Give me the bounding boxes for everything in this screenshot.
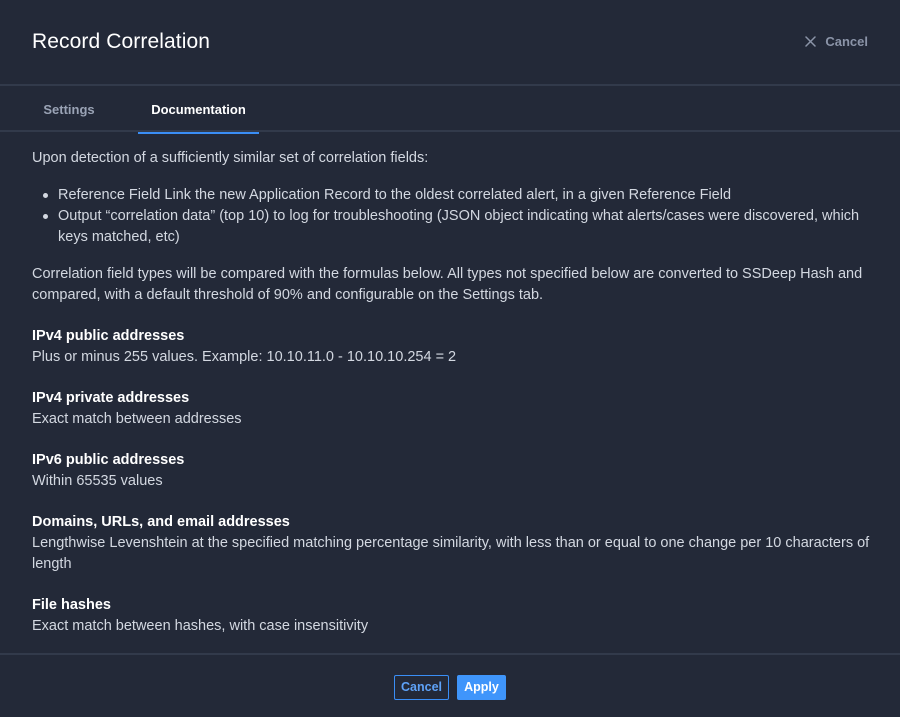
section-domains-urls-emails: Domains, URLs, and email addresses Lengt… xyxy=(32,512,872,575)
documentation-content: Upon detection of a sufficiently similar… xyxy=(32,132,872,652)
section-heading: IPv6 public addresses xyxy=(32,452,185,468)
close-button-label: Cancel xyxy=(825,34,868,49)
action-list: Reference Field Link the new Application… xyxy=(32,185,872,248)
record-correlation-dialog: Record Correlation Cancel Settings Docum… xyxy=(0,0,900,717)
close-button[interactable]: Cancel xyxy=(805,34,868,49)
section-ipv6-public: IPv6 public addresses Within 65535 value… xyxy=(32,450,872,492)
section-text: Within 65535 values xyxy=(32,473,163,489)
section-heading: File hashes xyxy=(32,597,111,613)
dialog-footer: Cancel Apply xyxy=(0,653,900,717)
tab-bar: Settings Documentation xyxy=(0,88,900,134)
section-ipv4-private: IPv4 private addresses Exact match betwe… xyxy=(32,388,872,430)
section-heading: IPv4 private addresses xyxy=(32,390,190,406)
section-file-hashes: File hashes Exact match between hashes, … xyxy=(32,595,872,637)
list-item: Reference Field Link the new Application… xyxy=(32,185,872,206)
section-heading: Domains, URLs, and email addresses xyxy=(32,514,290,530)
section-text: Exact match between addresses xyxy=(32,411,242,427)
tab-documentation[interactable]: Documentation xyxy=(138,88,259,134)
intro-text: Upon detection of a sufficiently similar… xyxy=(32,150,429,166)
section-text: Lengthwise Levenshtein at the specified … xyxy=(32,535,870,572)
section-heading: IPv4 public addresses xyxy=(32,328,185,344)
dialog-title: Record Correlation xyxy=(32,30,211,53)
list-item: Output “correlation data” (top 10) to lo… xyxy=(32,206,872,248)
section-text: Exact match between hashes, with case in… xyxy=(32,618,369,634)
section-text: Plus or minus 255 values. Example: 10.10… xyxy=(32,349,457,365)
cancel-button[interactable]: Cancel xyxy=(394,675,449,700)
types-intro-text: Correlation field types will be compared… xyxy=(32,266,863,303)
dialog-header: Record Correlation Cancel xyxy=(0,0,900,86)
close-icon xyxy=(805,36,817,47)
apply-button[interactable]: Apply xyxy=(457,675,506,700)
tab-settings[interactable]: Settings xyxy=(30,88,108,132)
section-ipv4-public: IPv4 public addresses Plus or minus 255 … xyxy=(32,326,872,368)
